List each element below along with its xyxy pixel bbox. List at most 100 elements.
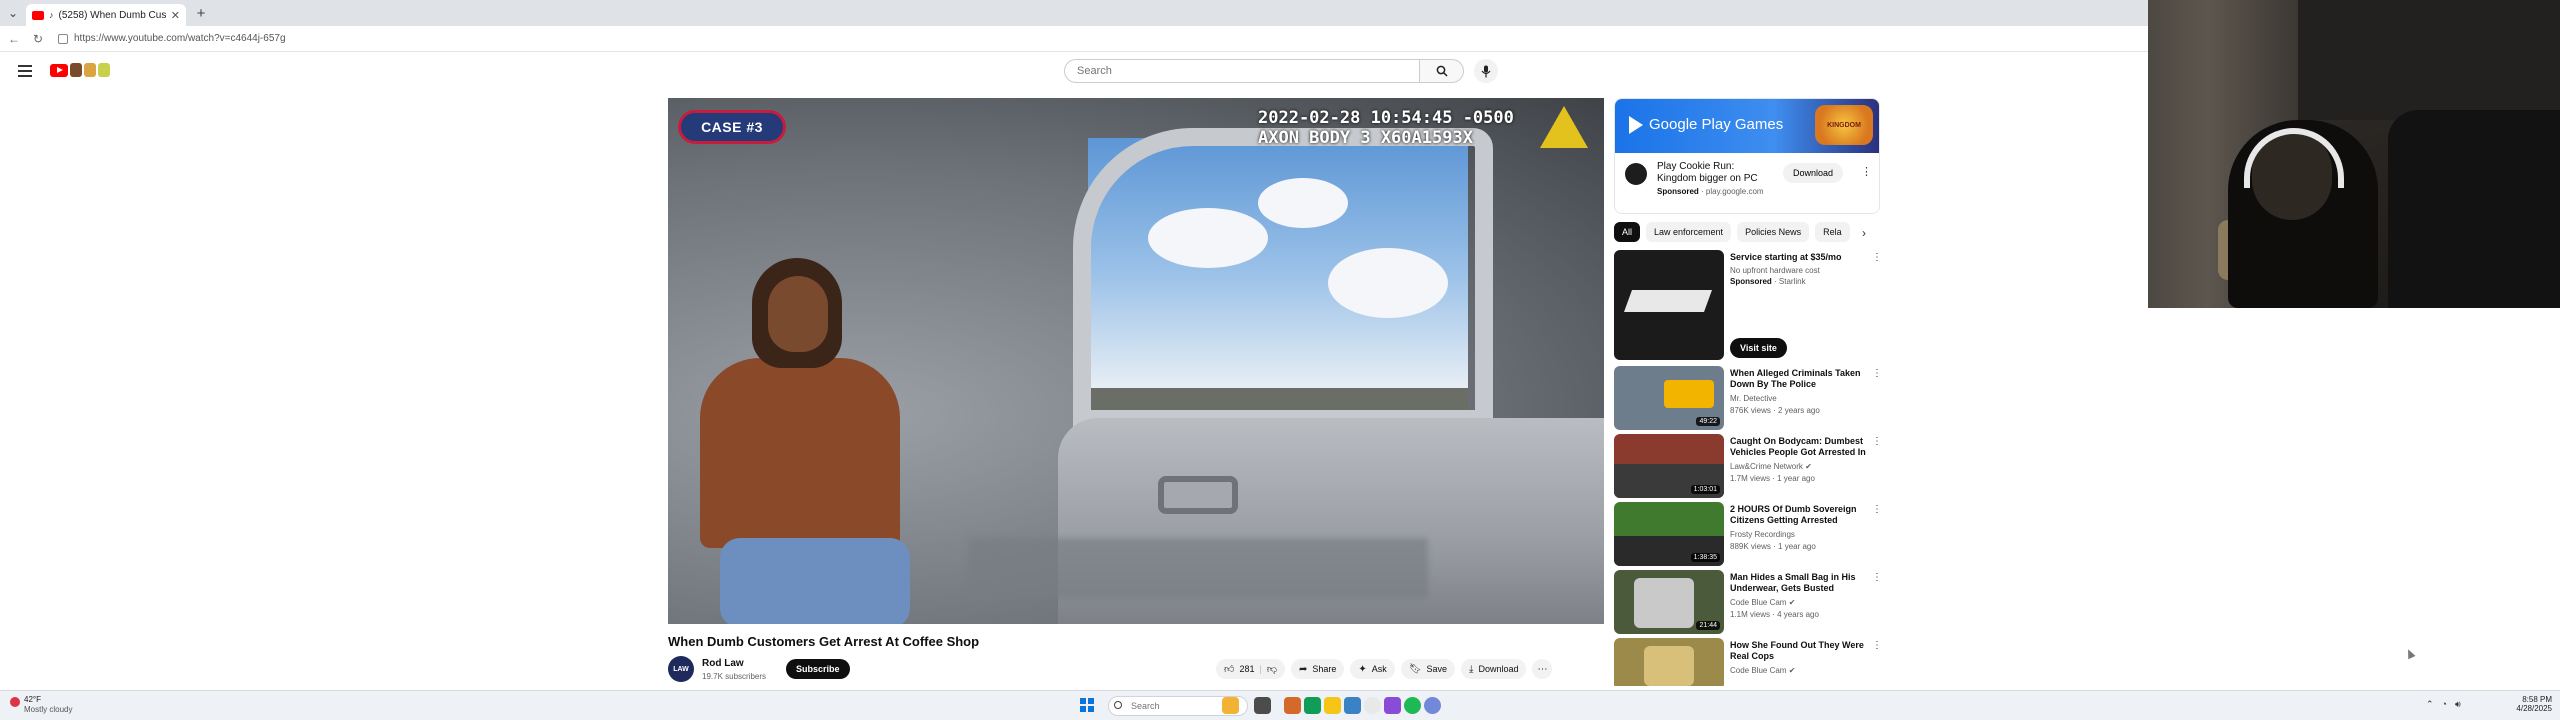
rec-title[interactable]: Man Hides a Small Bag in His Underwear, … <box>1730 572 1868 594</box>
url-field[interactable]: https://www.youtube.com/watch?v=c4644j-6… <box>54 29 2148 49</box>
speaker-icon[interactable]: ♪ <box>49 10 54 20</box>
rec-title[interactable]: How She Found Out They Were Real Cops <box>1730 640 1868 662</box>
youtube-logo[interactable] <box>50 63 110 77</box>
chip-related[interactable]: Rela <box>1815 222 1850 242</box>
video-actions: 👍︎ 281 | 👎︎ ➦ Share ✦ Ask 🔖︎ Save ⤓ Down… <box>1216 659 1553 679</box>
list-item[interactable]: 21:44 Man Hides a Small Bag in His Under… <box>1614 570 1882 634</box>
start-button[interactable] <box>1080 698 1094 712</box>
chrome-icon[interactable] <box>1364 697 1381 714</box>
rec-channel[interactable]: Frosty Recordings <box>1730 530 1795 539</box>
chip-all[interactable]: All <box>1614 222 1641 242</box>
close-tab-icon[interactable]: ✕ <box>171 9 180 22</box>
video-duration: 21:44 <box>1696 621 1720 630</box>
app-icon[interactable] <box>1424 697 1441 714</box>
file-explorer-icon[interactable] <box>1324 697 1341 714</box>
weather-temp: 42°F <box>24 695 41 704</box>
youtube-favicon-icon <box>32 10 44 20</box>
app-icon <box>1625 163 1647 185</box>
ask-button[interactable]: ✦ Ask <box>1350 659 1395 679</box>
ad-card[interactable]: Google Play Games KINGDOM Play Cookie Ru… <box>1614 98 1880 214</box>
bodycam-timestamp: 2022-02-28 10:54:45 -0500 <box>1258 108 1514 128</box>
verified-icon: ✔ <box>1788 598 1796 607</box>
video-thumbnail[interactable] <box>1614 638 1724 686</box>
rec-channel[interactable]: Law&Crime Network ✔ <box>1730 462 1812 471</box>
like-dislike-button[interactable]: 👍︎ 281 | 👎︎ <box>1216 659 1285 679</box>
kebab-menu-icon[interactable]: ⋮ <box>1872 640 1880 651</box>
ask-label: Ask <box>1371 664 1387 674</box>
video-thumbnail[interactable]: 1:38:35 <box>1614 502 1724 566</box>
task-view-icon[interactable] <box>1254 697 1271 714</box>
video-player[interactable]: CASE #3 2022-02-28 10:54:45 -0500 AXON B… <box>668 98 1604 624</box>
kebab-menu-icon[interactable]: ⋮ <box>1872 252 1882 263</box>
rec-title[interactable]: Service starting at $35/mo <box>1730 252 1868 263</box>
clock[interactable]: 8:58 PM 4/28/2025 <box>2496 695 2552 713</box>
wifi-icon[interactable]: ◔ <box>2442 699 2447 710</box>
volume-icon[interactable]: 🔊︎ <box>2455 699 2461 710</box>
widget-icon[interactable] <box>1222 697 1239 714</box>
rec-channel-name: Code Blue Cam <box>1730 598 1787 607</box>
video-thumbnail[interactable]: 49:22 <box>1614 366 1724 430</box>
store-icon[interactable] <box>1344 697 1361 714</box>
tab-search-chevron-icon[interactable]: ⌄ <box>0 0 26 26</box>
like-count: 281 <box>1239 664 1255 674</box>
search-input[interactable] <box>1064 59 1420 83</box>
list-item[interactable]: Service starting at $35/mo No upfront ha… <box>1614 250 1882 362</box>
thumbs-up-icon[interactable]: 👍︎ <box>1224 663 1234 675</box>
rec-channel[interactable]: Code Blue Cam ✔ <box>1730 666 1795 675</box>
rec-title[interactable]: Caught On Bodycam: Dumbest Vehicles Peop… <box>1730 436 1868 458</box>
voice-search-button[interactable] <box>1474 59 1498 83</box>
axon-logo-icon <box>1540 106 1588 148</box>
share-label: Share <box>1312 664 1337 674</box>
menu-icon[interactable] <box>18 65 32 77</box>
video-frame-blur <box>968 538 1428 598</box>
kebab-menu-icon[interactable]: ⋮ <box>1872 504 1882 515</box>
list-item[interactable]: 49:22 When Alleged Criminals Taken Down … <box>1614 366 1882 430</box>
video-thumbnail[interactable] <box>1614 250 1724 360</box>
ad-download-button[interactable]: Download <box>1783 163 1844 183</box>
video-thumbnail[interactable]: 21:44 <box>1614 570 1724 634</box>
browser-tab-active[interactable]: ♪ (5258) When Dumb Custome ✕ <box>26 4 186 26</box>
ad-banner[interactable]: Google Play Games KINGDOM <box>1615 99 1879 153</box>
sponsored-label: Sponsored <box>1730 277 1772 286</box>
ad-title[interactable]: Play Cookie Run: Kingdom bigger on PC <box>1657 161 1775 185</box>
rec-title[interactable]: When Alleged Criminals Taken Down By The… <box>1730 368 1868 390</box>
channel-avatar[interactable]: LAW <box>668 656 694 682</box>
app-icon[interactable] <box>1284 697 1301 714</box>
rec-title[interactable]: 2 HOURS Of Dumb Sovereign Citizens Getti… <box>1730 504 1868 526</box>
bodycam-overlay: 2022-02-28 10:54:45 -0500 AXON BODY 3 X6… <box>1258 108 1514 148</box>
subscribe-button[interactable]: Subscribe <box>786 659 850 679</box>
share-button[interactable]: ➦ Share <box>1290 659 1345 679</box>
search-button[interactable] <box>1420 59 1464 83</box>
new-tab-button[interactable]: + <box>190 2 212 24</box>
more-actions-icon[interactable]: ⋯ <box>1532 659 1553 679</box>
kebab-menu-icon[interactable]: ⋮ <box>1861 165 1872 178</box>
kebab-menu-icon[interactable]: ⋮ <box>1872 368 1882 379</box>
list-item[interactable]: 1:03:01 Caught On Bodycam: Dumbest Vehic… <box>1614 434 1882 498</box>
subscriber-count: 19.7K subscribers <box>702 672 767 681</box>
kebab-menu-icon[interactable]: ⋮ <box>1872 572 1882 583</box>
chevron-up-icon[interactable]: ⌃ <box>2426 699 2434 710</box>
list-item[interactable]: 1:38:35 2 HOURS Of Dumb Sovereign Citize… <box>1614 502 1882 566</box>
chevron-right-icon[interactable]: › <box>1862 226 1866 240</box>
save-button[interactable]: 🔖︎ Save <box>1400 659 1456 679</box>
list-item[interactable]: How She Found Out They Were Real Cops Co… <box>1614 638 1880 686</box>
app-icon[interactable] <box>1384 697 1401 714</box>
channel-row: LAW Rod Law 19.7K subscribers Subscribe … <box>668 654 1604 686</box>
spotify-icon[interactable] <box>1404 697 1421 714</box>
channel-name[interactable]: Rod Law <box>702 658 744 669</box>
visit-site-button[interactable]: Visit site <box>1730 338 1787 358</box>
back-arrow-icon[interactable]: ← <box>6 32 22 46</box>
video-frame-person <box>680 248 920 624</box>
kebab-menu-icon[interactable]: ⋮ <box>1872 436 1882 447</box>
download-button[interactable]: ⤓ Download <box>1461 659 1527 679</box>
rec-channel[interactable]: Mr. Detective <box>1730 394 1777 403</box>
chip-policies-news[interactable]: Policies News <box>1737 222 1810 242</box>
thumbs-down-icon[interactable]: 👎︎ <box>1267 663 1277 675</box>
chip-law-enforcement[interactable]: Law enforcement <box>1646 222 1732 242</box>
site-info-icon[interactable] <box>58 33 68 44</box>
rec-channel[interactable]: Code Blue Cam ✔ <box>1730 598 1795 607</box>
video-thumbnail[interactable]: 1:03:01 <box>1614 434 1724 498</box>
app-icon[interactable] <box>1304 697 1321 714</box>
webcam-overlay <box>2148 0 2560 308</box>
refresh-icon[interactable]: ↻ <box>30 32 46 46</box>
